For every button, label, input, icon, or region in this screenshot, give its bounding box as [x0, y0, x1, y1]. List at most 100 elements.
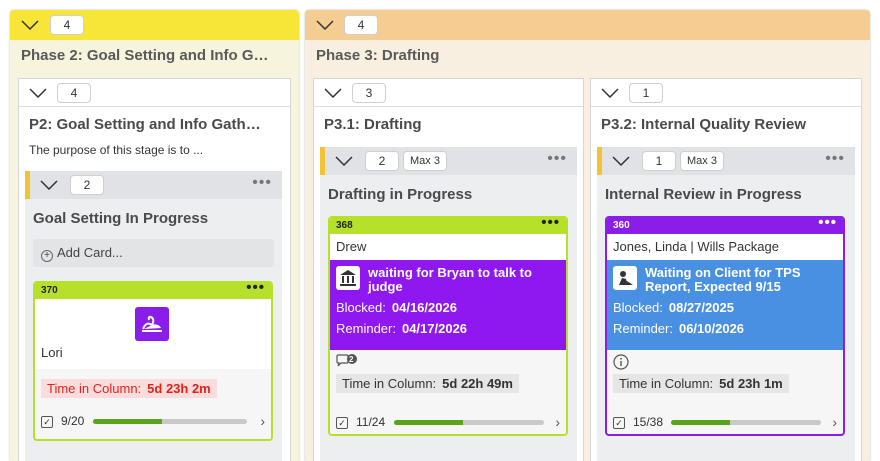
card-360[interactable]: 360 ••• Jones, Linda | Wills Package Wai…: [605, 216, 845, 436]
time-label: Time in Column:: [47, 381, 142, 396]
time-value: 5d 23h 1m: [719, 376, 783, 391]
blocked-label: Blocked:: [336, 300, 386, 315]
chevron-down-icon[interactable]: [612, 156, 630, 168]
chevron-down-icon[interactable]: [40, 180, 58, 192]
sublane-card-count: 2: [70, 175, 104, 195]
column-p3-1: 3 P3.1: Drafting 2 Max 3 ••• Drafting in…: [313, 78, 584, 461]
column-title: P3.1: Drafting: [324, 116, 422, 133]
chevron-right-icon[interactable]: ›: [832, 414, 837, 430]
progress-fill: [93, 419, 163, 424]
progress-text: 11/24: [356, 415, 386, 429]
checklist-progress[interactable]: ✓ 9/20 ›: [41, 413, 265, 433]
alert-title: waiting for Bryan to talk to judge: [368, 265, 532, 294]
progress-bar: [671, 420, 821, 425]
card-370[interactable]: 370 ••• Lori Time in Column: 5d 23h 2m ✓: [33, 281, 273, 441]
chevron-down-icon[interactable]: [324, 88, 342, 100]
time-label: Time in Column:: [342, 376, 437, 391]
wip-limit: Max 3: [680, 151, 724, 171]
sublane-goal-setting: 2 ••• Goal Setting In Progress + Add Card…: [25, 171, 282, 461]
comment-icon[interactable]: [336, 354, 358, 375]
blocked-date: 08/27/2025: [668, 300, 734, 315]
add-card-label: Add Card...: [57, 245, 123, 260]
chevron-down-icon[interactable]: [29, 88, 47, 100]
sublane-drafting: 2 Max 3 ••• Drafting in Progress 368 •••…: [320, 147, 577, 461]
column-description: The purpose of this stage is to ...: [29, 143, 204, 157]
more-options-icon[interactable]: •••: [252, 175, 272, 191]
sublane-internal-review: 1 Max 3 ••• Internal Review in Progress …: [597, 147, 855, 461]
checkbox-icon: ✓: [613, 417, 625, 429]
info-icon[interactable]: [613, 354, 629, 375]
checkbox-icon: ✓: [336, 417, 348, 429]
time-label: Time in Column:: [619, 376, 714, 391]
add-card-button[interactable]: + Add Card...: [33, 239, 274, 267]
column-card-count: 3: [352, 83, 386, 103]
swan-icon: [135, 307, 169, 341]
card-header: 360 •••: [607, 218, 843, 234]
chevron-down-icon[interactable]: [316, 20, 334, 32]
construction-worker-icon: [613, 266, 637, 290]
column-card-count: 4: [57, 83, 91, 103]
reminder-date: 04/17/2026: [401, 321, 468, 336]
reminder-label: Reminder:: [613, 321, 673, 336]
card-header: 368 •••: [330, 218, 566, 234]
alert-title: Waiting on Client for TPS Report, Expect…: [645, 265, 801, 294]
chevron-right-icon[interactable]: ›: [260, 413, 265, 429]
progress-fill: [394, 420, 463, 425]
reminder-label: Reminder:: [336, 321, 396, 336]
sublane-header: 2 Max 3 •••: [320, 147, 577, 175]
card-menu-icon[interactable]: •••: [246, 283, 265, 296]
phase-title: Phase 2: Goal Setting and Info Gathering: [21, 47, 276, 64]
checkbox-icon: ✓: [41, 416, 53, 428]
plus-circle-icon: +: [41, 250, 53, 262]
phase-2-lane: 4 Phase 2: Goal Setting and Info Gatheri…: [10, 10, 299, 461]
kanban-board: 4 Phase 2: Goal Setting and Info Gatheri…: [0, 0, 880, 461]
card-header: 370 •••: [35, 283, 271, 299]
time-in-column-badge: Time in Column: 5d 22h 49m: [336, 374, 519, 393]
card-id: 370: [41, 285, 58, 296]
card-menu-icon[interactable]: •••: [541, 218, 560, 231]
phase-card-count: 4: [344, 15, 378, 35]
column-p3-2: 1 P3.2: Internal Quality Review 1 Max 3 …: [590, 78, 862, 461]
phase-2-header-bar: 4: [10, 10, 299, 40]
chevron-right-icon[interactable]: ›: [555, 414, 560, 430]
column-title: P3.2: Internal Quality Review: [601, 116, 807, 133]
sublane-card-count: 2: [365, 151, 399, 171]
reminder-row: Reminder: 06/10/2026: [613, 321, 837, 336]
sublane-title: Goal Setting In Progress: [33, 210, 209, 227]
card-name: Drew: [330, 234, 566, 260]
progress-text: 9/20: [61, 414, 85, 428]
phase-title: Phase 3: Drafting: [316, 47, 440, 64]
card-menu-icon[interactable]: •••: [818, 218, 837, 231]
time-in-column-row: Time in Column: 5d 23h 2m: [35, 369, 271, 398]
more-options-icon[interactable]: •••: [547, 151, 567, 167]
blocked-row: Blocked: 04/16/2026: [336, 300, 560, 315]
phase-card-count: 4: [50, 15, 84, 35]
sublane-title: Internal Review in Progress: [605, 186, 802, 203]
time-in-column-row: Time in Column: 5d 23h 1m: [607, 372, 843, 393]
chevron-down-icon[interactable]: [21, 20, 39, 32]
progress-bar: [93, 419, 247, 424]
checklist-progress[interactable]: ✓ 15/38 ›: [613, 414, 837, 434]
column-card-count: 1: [629, 83, 663, 103]
time-in-column-row: Time in Column: 5d 22h 49m: [330, 372, 566, 393]
time-value: 5d 22h 49m: [442, 376, 513, 391]
card-body: Lori: [35, 299, 271, 369]
blocked-alert: Waiting on Client for TPS Report, Expect…: [607, 260, 843, 350]
column-p2: 4 P2: Goal Setting and Info Gathering Th…: [18, 78, 291, 461]
more-options-icon[interactable]: •••: [825, 151, 845, 167]
sublane-card-count: 1: [642, 151, 676, 171]
blocked-date: 04/16/2026: [391, 300, 457, 315]
column-header: 4: [19, 79, 290, 107]
column-header: 1: [591, 79, 861, 107]
chevron-down-icon[interactable]: [335, 156, 353, 168]
info-row: [607, 350, 843, 372]
time-in-column-badge: Time in Column: 5d 23h 2m: [41, 379, 217, 398]
card-368[interactable]: 368 ••• Drew waiting for Bryan to talk t…: [328, 216, 568, 436]
checklist-progress[interactable]: ✓ 11/24 ›: [336, 414, 560, 434]
phase-3-lane: 4 Phase 3: Drafting 3 P3.1: Drafting 2 M…: [305, 10, 870, 461]
column-title: P2: Goal Setting and Info Gathering: [29, 116, 269, 133]
chevron-down-icon[interactable]: [601, 88, 619, 100]
card-name: Jones, Linda | Wills Package: [607, 234, 843, 260]
column-header: 3: [314, 79, 583, 107]
sublane-header: 1 Max 3 •••: [597, 147, 855, 175]
